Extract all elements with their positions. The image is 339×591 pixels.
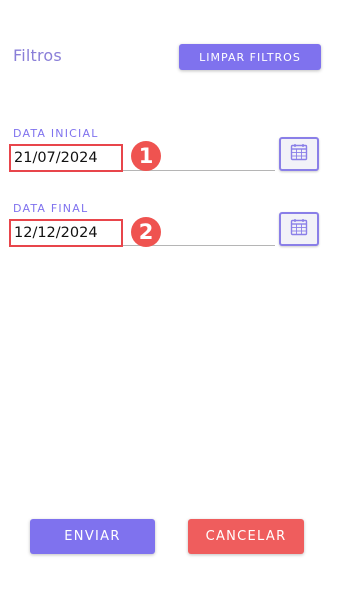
calendar-icon bbox=[290, 218, 308, 240]
start-date-value[interactable]: 21/07/2024 bbox=[9, 144, 123, 172]
send-button[interactable]: ENVIAR bbox=[30, 519, 155, 554]
filters-title: Filtros bbox=[13, 46, 62, 65]
end-date-value[interactable]: 12/12/2024 bbox=[9, 219, 123, 247]
end-date-label: DATA FINAL bbox=[13, 202, 89, 215]
start-date-calendar-button[interactable] bbox=[279, 137, 319, 171]
start-date-label: DATA INICIAL bbox=[13, 127, 99, 140]
annotation-marker-2: 2 bbox=[131, 217, 161, 247]
clear-filters-button[interactable]: LIMPAR FILTROS bbox=[179, 44, 321, 70]
annotation-marker-1: 1 bbox=[131, 141, 161, 171]
calendar-icon bbox=[290, 143, 308, 165]
end-date-calendar-button[interactable] bbox=[279, 212, 319, 246]
cancel-button[interactable]: CANCELAR bbox=[188, 519, 304, 554]
